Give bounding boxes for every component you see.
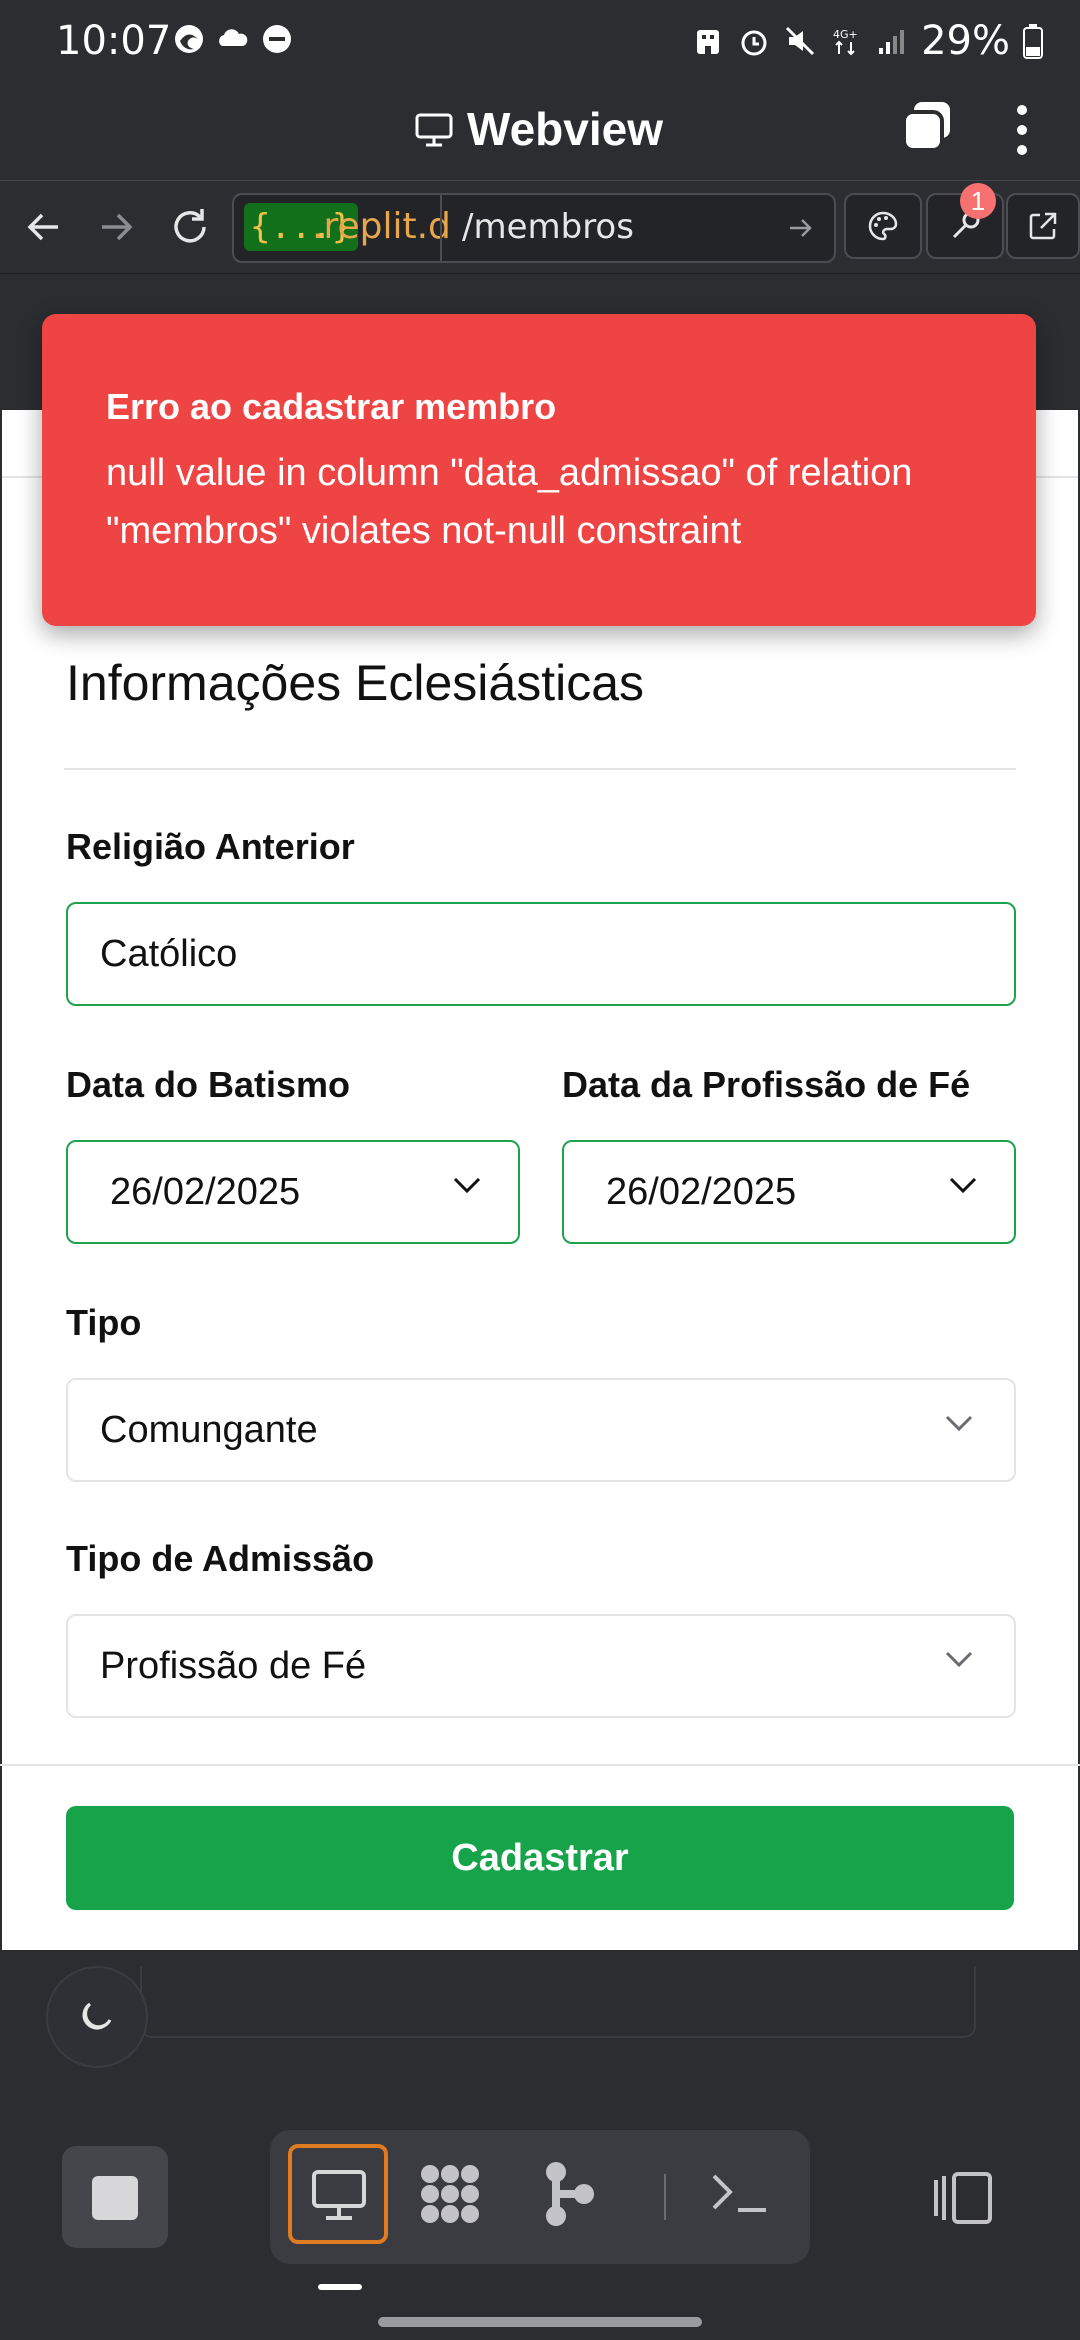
religiao-anterior-input[interactable]: Católico bbox=[66, 902, 1016, 1006]
data-profissao-fe-value: 26/02/2025 bbox=[606, 1170, 797, 1213]
mute-icon bbox=[786, 26, 815, 56]
data-profissao-fe-label: Data da Profissão de Fé bbox=[562, 1064, 971, 1105]
footer-outline bbox=[140, 1966, 976, 2038]
footer-divider bbox=[0, 1764, 1080, 1766]
tipo-admissao-select[interactable]: Profissão de Fé bbox=[66, 1614, 1016, 1718]
layout-icon[interactable] bbox=[930, 2170, 994, 2226]
svg-text:4G+: 4G+ bbox=[833, 28, 858, 41]
moon-icon bbox=[82, 2002, 112, 2030]
url-host: .replit.d bbox=[312, 206, 451, 247]
active-tab-indicator bbox=[318, 2284, 362, 2290]
chevron-down-icon bbox=[945, 1651, 973, 1668]
religiao-anterior-label: Religião Anterior bbox=[66, 826, 355, 867]
status-bar: 10:07 4G+ 29% bbox=[0, 0, 1080, 80]
error-toast[interactable]: Erro ao cadastrar membro null value in c… bbox=[42, 314, 1036, 626]
stop-icon bbox=[92, 2176, 138, 2220]
tool-group bbox=[270, 2130, 810, 2264]
apps-tool-button[interactable] bbox=[400, 2144, 500, 2244]
do-not-disturb-icon bbox=[263, 25, 291, 53]
more-menu-icon[interactable] bbox=[1010, 102, 1034, 158]
signal-icon bbox=[879, 30, 905, 54]
alarm-icon bbox=[741, 30, 767, 56]
url-separator bbox=[440, 195, 442, 261]
terminal-tool-button[interactable] bbox=[690, 2144, 790, 2244]
network-4g-icon: 4G+ bbox=[833, 28, 858, 56]
external-link-icon bbox=[1029, 212, 1057, 240]
data-batismo-input[interactable]: 26/02/2025 bbox=[66, 1140, 520, 1244]
address-bar: {...} .replit.d /membros 1 bbox=[0, 180, 1080, 274]
section-divider bbox=[64, 768, 1016, 770]
tipo-value: Comungante bbox=[100, 1408, 318, 1451]
tipo-label: Tipo bbox=[66, 1302, 142, 1343]
building-icon bbox=[697, 30, 720, 54]
dark-mode-button[interactable] bbox=[46, 1966, 148, 2068]
tabs-icon[interactable] bbox=[900, 98, 956, 154]
status-right: 4G+ 29% bbox=[691, 18, 1044, 64]
theme-button[interactable] bbox=[844, 193, 922, 259]
webview-tool-button[interactable] bbox=[288, 2144, 388, 2244]
toast-title: Erro ao cadastrar membro bbox=[106, 386, 557, 427]
git-tool-button[interactable] bbox=[520, 2144, 620, 2244]
url-field[interactable]: {...} .replit.d /membros bbox=[232, 193, 836, 263]
back-icon[interactable] bbox=[20, 203, 68, 251]
tipo-admissao-value: Profissão de Fé bbox=[100, 1644, 367, 1687]
palette-icon bbox=[868, 211, 898, 241]
devtools-button[interactable]: 1 bbox=[926, 183, 1004, 259]
tool-separator bbox=[664, 2174, 666, 2220]
apps-icon bbox=[421, 2165, 479, 2223]
edge-icon bbox=[175, 25, 203, 53]
cloud-icon bbox=[219, 29, 248, 46]
battery-icon bbox=[1023, 24, 1043, 59]
reload-icon[interactable] bbox=[166, 203, 214, 251]
webview-icon bbox=[312, 2170, 366, 2220]
chevron-down-icon bbox=[453, 1177, 481, 1194]
toast-message: null value in column "data_admissao" of … bbox=[106, 452, 913, 552]
url-path[interactable]: /membros bbox=[462, 203, 634, 251]
chevron-down-icon bbox=[945, 1415, 973, 1432]
open-external-button[interactable] bbox=[1006, 193, 1080, 259]
tipo-admissao-label: Tipo de Admissão bbox=[66, 1538, 375, 1579]
terminal-icon bbox=[712, 2174, 766, 2212]
go-arrow-icon[interactable] bbox=[786, 213, 816, 243]
git-icon bbox=[546, 2162, 594, 2226]
cadastrar-button[interactable]: Cadastrar bbox=[66, 1806, 1014, 1910]
data-profissao-fe-input[interactable]: 26/02/2025 bbox=[562, 1140, 1016, 1244]
status-left-icons bbox=[172, 22, 294, 56]
data-batismo-value: 26/02/2025 bbox=[110, 1170, 301, 1213]
data-batismo-label: Data do Batismo bbox=[66, 1064, 351, 1105]
title-bar: Webview bbox=[0, 80, 1080, 180]
status-time: 10:07 bbox=[56, 18, 172, 64]
notification-badge: 1 bbox=[960, 183, 996, 219]
tipo-select[interactable]: Comungante bbox=[66, 1378, 1016, 1482]
stop-button[interactable] bbox=[62, 2146, 168, 2248]
home-indicator[interactable] bbox=[378, 2317, 702, 2327]
forward-icon[interactable] bbox=[92, 203, 140, 251]
chevron-down-icon bbox=[949, 1177, 977, 1194]
section-title: Informações Eclesiásticas bbox=[66, 655, 645, 711]
battery-percent: 29% bbox=[921, 18, 1010, 64]
